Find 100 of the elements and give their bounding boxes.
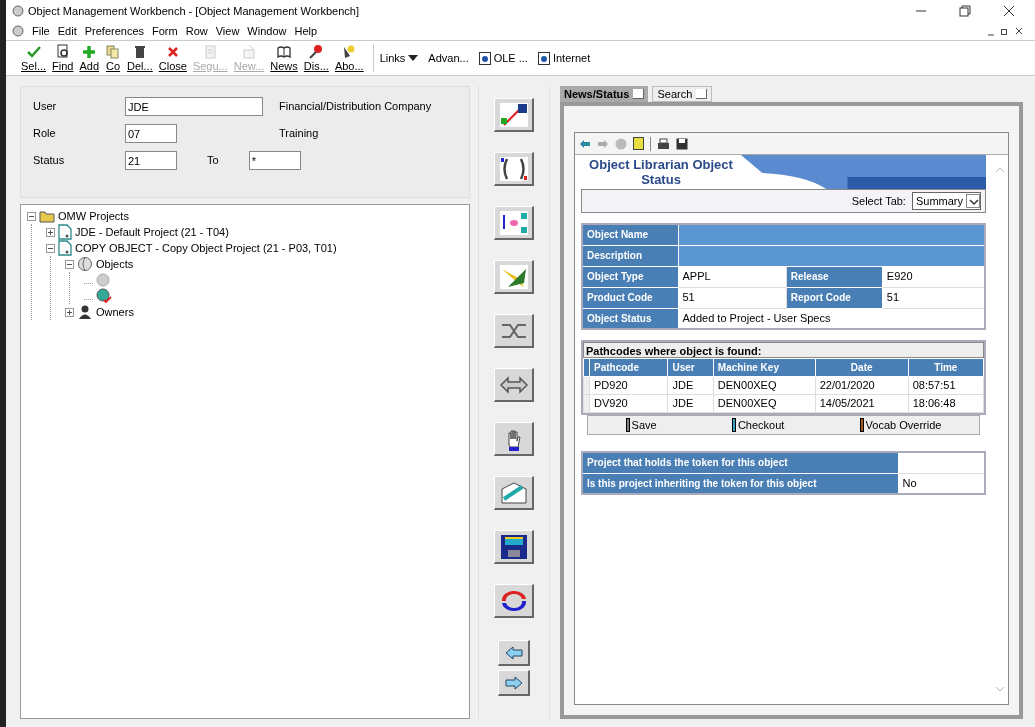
legend-label: Vocab Override [865,417,942,433]
field-description: Training [279,126,320,142]
table-cell: Object Name [582,224,678,245]
toolbar-button[interactable]: Close [155,43,190,73]
column-header: Machine Key [713,358,816,377]
menu-item[interactable]: File [32,22,50,40]
input-field[interactable]: * [248,151,301,170]
table-cell: Is this project inheriting the token for this object [582,473,898,494]
document-icon [478,51,491,65]
tree-item[interactable]: Owners [96,303,134,321]
toolbar-button[interactable]: Find [49,43,77,73]
toolbar-icon [105,43,122,60]
page-title: Object Librarian Object Status [588,156,734,189]
tree-item[interactable]: OMW Projects [58,207,129,225]
table-cell: Added to Project - User Specs [678,308,985,329]
link-button[interactable]: Internet [537,49,591,67]
toolbar-icon [54,43,71,60]
legend-label: Checkout [737,417,785,433]
field-label: Role [33,126,57,142]
tool-button[interactable] [494,476,534,510]
back-icon[interactable] [579,138,591,149]
menu-item[interactable]: Window [247,22,287,40]
folder-icon [39,209,55,223]
link-button[interactable]: Links [379,49,419,67]
field-label: User [33,99,58,115]
bracket-icon [497,154,530,183]
tool-button[interactable] [494,152,534,186]
toolbar-button[interactable]: Sel... [18,43,50,73]
globe-icon [77,256,93,272]
menu-item[interactable]: View [215,22,240,40]
link-button[interactable]: OLE ... [478,49,528,67]
document-icon [58,224,72,240]
expand-icon[interactable] [46,227,55,237]
caret-icon [408,55,419,61]
close-icon[interactable] [1013,25,1025,37]
link-button[interactable]: Advan... [428,49,469,67]
tree-item[interactable]: COPY OBJECT - Copy Object Project (21 - P03, T01) [75,239,337,257]
collapse-icon[interactable] [65,259,74,269]
tool-button[interactable] [494,206,534,240]
table-cell: Description [582,245,678,266]
document-icon [58,240,72,256]
nav-button[interactable] [498,640,530,666]
tree-item[interactable]: Objects [96,255,134,273]
tool-button[interactable] [494,98,534,132]
toolbar-button[interactable]: Add [76,43,103,73]
input-field[interactable]: 21 [125,151,177,170]
nav-button[interactable] [498,670,530,696]
toolbar-icon [276,43,293,60]
table-cell: Object Status [582,308,678,329]
globe-icon [96,273,110,287]
tool-button[interactable] [494,314,534,348]
person-icon [77,304,93,320]
app-icon [12,25,24,37]
menu-item[interactable]: Edit [57,22,77,40]
menu-item[interactable]: Row [185,22,208,40]
save-icon[interactable] [676,137,688,150]
toolbar-button[interactable]: Abo... [331,43,367,73]
toolbar-button[interactable]: Co [102,43,125,73]
table-title: Pathcodes where object is found: [583,342,984,358]
input-field[interactable]: 07 [125,124,177,143]
table-cell: Object Type [582,266,678,287]
menu-item[interactable]: Preferences [84,22,144,40]
menu-item[interactable]: Form [152,22,178,40]
tool-button[interactable] [494,368,534,402]
tool-button[interactable] [494,422,534,456]
column-header: Time [908,358,984,377]
restore-icon [959,5,971,17]
tab[interactable]: News/Status [560,86,649,102]
select-tab-label: Select Tab: [851,193,906,209]
menu-item[interactable]: Help [294,22,318,40]
left-arrow-icon [504,645,523,660]
table-cell: Project that holds the token for this object [582,452,898,473]
caret-icon [966,194,980,208]
print-icon[interactable] [657,137,670,150]
field-label: To [207,153,219,169]
tab[interactable]: Search [652,86,713,102]
document-icon [537,51,550,65]
toolbar-button[interactable]: Dis... [300,43,332,73]
transfer-icon [497,100,530,129]
toolbar-icon [241,43,257,60]
collapse-icon[interactable] [46,243,55,253]
table-cell: Product Code [582,287,678,308]
collapse-icon[interactable] [27,211,36,221]
tool-button[interactable] [494,530,534,564]
legend-label: Save [631,417,657,433]
window-title: Object Management Workbench - [Object Management Workbench] [28,3,359,19]
tool-button[interactable] [494,584,534,618]
tool-button[interactable] [494,260,534,294]
app-icon [12,5,24,17]
field-label: Status [33,153,66,169]
field-description: Financial/Distribution Company [279,99,433,115]
tree-item[interactable]: JDE - Default Project (21 - T04) [75,223,229,241]
expand-icon[interactable] [65,307,74,317]
column-header: Date [815,358,909,377]
refresh-icon[interactable] [633,137,644,150]
toolbar-button[interactable]: Del... [124,43,156,73]
dropdown[interactable]: Summary [911,192,981,210]
globe-check-icon [96,288,112,304]
toolbar-button[interactable]: News [267,43,301,73]
input-field[interactable]: JDE [125,97,263,116]
